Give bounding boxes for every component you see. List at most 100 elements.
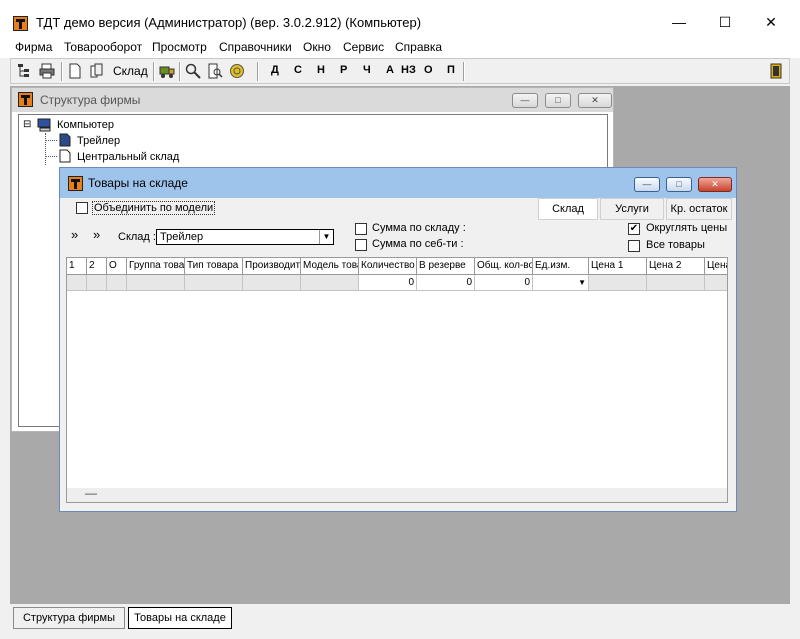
warehouse-select-value: Трейлер — [160, 231, 204, 243]
expand-group-icon[interactable]: » — [93, 228, 100, 241]
column-header[interactable]: Тип товара — [185, 258, 243, 275]
grid-cell[interactable] — [185, 275, 243, 291]
documents-icon[interactable] — [89, 63, 105, 79]
column-header[interactable]: Ед.изм. — [533, 258, 589, 275]
toolbar: Склад Д С Н Р Ч А НЗ О П — [10, 58, 790, 84]
new-document-icon[interactable] — [67, 63, 83, 79]
toolbar-separator — [463, 62, 465, 81]
grid-cell-reserved[interactable]: 0 — [417, 275, 475, 291]
toolbar-letter-o[interactable]: О — [424, 64, 433, 76]
column-header[interactable]: Цена 3 — [705, 258, 727, 275]
column-header[interactable]: Количество — [359, 258, 417, 275]
round-prices-label: Округлять цены — [646, 222, 728, 234]
menu-view[interactable]: Просмотр — [152, 40, 207, 54]
window-title: ТДТ демо версия (Администратор) (вер. 3.… — [36, 15, 422, 30]
grid-cell[interactable] — [67, 275, 87, 291]
search-icon[interactable] — [185, 63, 201, 79]
round-prices-checkbox[interactable]: ✔ — [628, 223, 640, 235]
exit-door-icon[interactable] — [768, 63, 784, 79]
truck-icon[interactable] — [159, 63, 175, 79]
structure-window-caption[interactable]: Структура фирмы — □ ✕ — [12, 88, 613, 112]
grid-cell-quantity[interactable]: 0 — [359, 275, 417, 291]
column-header[interactable]: Производитель — [243, 258, 301, 275]
menu-references[interactable]: Справочники — [219, 40, 292, 54]
column-header[interactable]: Цена 1 — [589, 258, 647, 275]
document-search-icon[interactable] — [207, 63, 223, 79]
tree-item-trailer[interactable]: Трейлер — [77, 135, 120, 147]
toolbar-letter-p[interactable]: П — [447, 64, 455, 76]
tree-icon[interactable] — [17, 63, 33, 79]
toolbar-letter-ch[interactable]: Ч — [363, 64, 371, 76]
goods-window-caption[interactable]: Товары на складе — □ ✕ — [60, 168, 736, 198]
coin-icon[interactable] — [229, 63, 245, 79]
tree-expander-icon[interactable]: ⊟ — [23, 119, 31, 130]
grid-footer: — — [67, 486, 727, 502]
goods-close-button[interactable]: ✕ — [698, 177, 732, 192]
column-header[interactable]: Модель товара — [301, 258, 359, 275]
column-header[interactable]: 2 — [87, 258, 107, 275]
column-header[interactable]: 1 — [67, 258, 87, 275]
merge-by-model-checkbox[interactable] — [76, 202, 88, 214]
grid-cell[interactable] — [647, 275, 705, 291]
grid-cell[interactable] — [243, 275, 301, 291]
grid-cell-unit[interactable]: ▼ — [533, 275, 589, 291]
minimize-button[interactable]: — — [656, 6, 702, 38]
menu-help[interactable]: Справка — [395, 40, 442, 54]
tab-min-stock[interactable]: Кр. остаток — [666, 198, 732, 220]
grid-cell[interactable] — [301, 275, 359, 291]
menu-bar: Фирма Товарооборот Просмотр Справочники … — [0, 38, 800, 58]
tab-warehouse[interactable]: Склад — [538, 198, 598, 220]
grid-cell[interactable] — [87, 275, 107, 291]
app-window: ТДТ демо версия (Администратор) (вер. 3.… — [0, 0, 800, 639]
grid-cell[interactable] — [705, 275, 727, 291]
sum-by-cost-checkbox[interactable] — [355, 239, 367, 251]
goods-window-title: Товары на складе — [88, 176, 188, 190]
tree-item-central-warehouse[interactable]: Центральный склад — [77, 151, 179, 163]
menu-window[interactable]: Окно — [303, 40, 331, 54]
menu-firm[interactable]: Фирма — [15, 40, 52, 54]
toolbar-letter-a[interactable]: А — [386, 64, 394, 76]
grid-cell-total-quantity[interactable]: 0 — [475, 275, 533, 291]
window-logo-icon — [68, 176, 83, 191]
maximize-button[interactable]: ☐ — [702, 6, 748, 38]
structure-minimize-button[interactable]: — — [512, 93, 538, 108]
warehouse-white-icon — [59, 149, 71, 163]
structure-close-button[interactable]: ✕ — [578, 93, 612, 108]
column-header[interactable]: Цена 2 — [647, 258, 705, 275]
title-bar[interactable]: ТДТ демо версия (Администратор) (вер. 3.… — [0, 0, 800, 38]
toolbar-letter-n[interactable]: Н — [317, 64, 325, 76]
menu-turnover[interactable]: Товарооборот — [64, 40, 142, 54]
column-header[interactable]: В резерве — [417, 258, 475, 275]
goods-minimize-button[interactable]: — — [634, 177, 660, 192]
tree-item-computer[interactable]: Компьютер — [57, 119, 114, 131]
all-goods-label: Все товары — [646, 239, 705, 251]
warehouse-select[interactable]: Трейлер ▼ — [156, 229, 334, 245]
toolbar-letter-nz[interactable]: НЗ — [401, 64, 416, 76]
all-goods-checkbox[interactable] — [628, 240, 640, 252]
column-header[interactable]: Общ. кол-во — [475, 258, 533, 275]
printer-icon[interactable] — [39, 63, 55, 79]
grid-cell[interactable] — [589, 275, 647, 291]
sum-by-warehouse-checkbox[interactable] — [355, 223, 367, 235]
tree-line — [45, 156, 57, 157]
column-header[interactable]: О — [107, 258, 127, 275]
menu-service[interactable]: Сервис — [343, 40, 384, 54]
expand-all-icon[interactable]: » — [71, 228, 78, 241]
grid-footer-mark: — — [85, 486, 97, 500]
toolbar-letter-s[interactable]: С — [294, 64, 302, 76]
chevron-down-icon[interactable]: ▼ — [319, 230, 333, 244]
taskbar-goods-button[interactable]: Товары на складе — [128, 607, 232, 629]
chevron-down-icon[interactable]: ▼ — [578, 275, 586, 290]
goods-maximize-button[interactable]: □ — [666, 177, 692, 192]
computer-icon — [37, 118, 51, 132]
close-button[interactable]: ✕ — [748, 6, 794, 38]
structure-maximize-button[interactable]: □ — [545, 93, 571, 108]
taskbar-structure-button[interactable]: Структура фирмы — [13, 607, 125, 629]
column-header[interactable]: Группа товара — [127, 258, 185, 275]
grid-cell[interactable] — [127, 275, 185, 291]
tab-services[interactable]: Услуги — [600, 198, 664, 220]
grid-cell[interactable] — [107, 275, 127, 291]
toolbar-warehouse-button[interactable]: Склад — [113, 62, 148, 80]
toolbar-letter-d[interactable]: Д — [271, 64, 279, 76]
toolbar-letter-r[interactable]: Р — [340, 64, 347, 76]
